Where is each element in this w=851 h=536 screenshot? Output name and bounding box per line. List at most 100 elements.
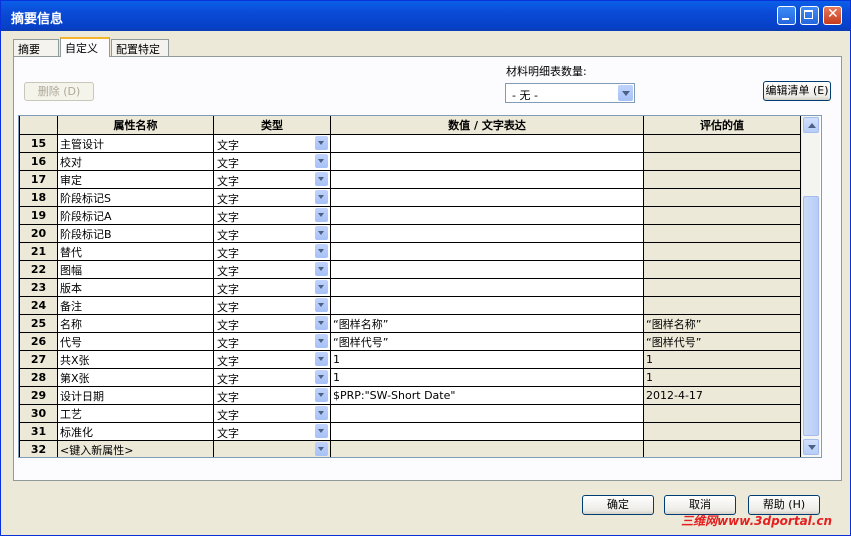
row-number[interactable]: 20 <box>19 224 58 243</box>
row-number[interactable]: 29 <box>19 386 58 405</box>
table-row[interactable]: 23 版本 文字 <box>19 278 801 297</box>
header-property-name[interactable]: 属性名称 <box>57 116 214 135</box>
type-cell[interactable]: 文字 <box>213 188 331 207</box>
property-name-cell[interactable]: 替代 <box>57 242 214 261</box>
type-select[interactable]: 文字 <box>216 154 328 170</box>
row-number[interactable]: 26 <box>19 332 58 351</box>
property-name-cell[interactable]: <键入新属性> <box>57 440 214 457</box>
type-select[interactable]: 文字 <box>216 352 328 368</box>
row-number[interactable]: 21 <box>19 242 58 261</box>
corner-cell[interactable] <box>19 116 58 135</box>
type-cell[interactable]: 文字 <box>213 350 331 369</box>
type-select[interactable]: 文字 <box>216 406 328 422</box>
type-cell[interactable]: 文字 <box>213 224 331 243</box>
property-name-cell[interactable]: 版本 <box>57 278 214 297</box>
property-name-cell[interactable]: 阶段标记S <box>57 188 214 207</box>
table-row[interactable]: 20 阶段标记B 文字 <box>19 224 801 243</box>
type-cell[interactable]: 文字 <box>213 278 331 297</box>
row-number[interactable]: 19 <box>19 206 58 225</box>
table-row[interactable]: 29 设计日期 文字 $PRP:"SW-Short Date" 2012-4-17 <box>19 386 801 405</box>
property-name-cell[interactable]: 工艺 <box>57 404 214 423</box>
table-row[interactable]: 31 标准化 文字 <box>19 422 801 441</box>
row-number[interactable]: 23 <box>19 278 58 297</box>
type-cell[interactable]: 文字 <box>213 314 331 333</box>
type-cell[interactable]: 文字 <box>213 296 331 315</box>
property-name-cell[interactable]: 第X张 <box>57 368 214 387</box>
table-row[interactable]: 25 名称 文字 “图样名称” “图样名称” <box>19 314 801 333</box>
type-cell[interactable]: 文字 <box>213 134 331 153</box>
value-expression-cell[interactable] <box>330 404 644 423</box>
type-select[interactable] <box>216 442 328 458</box>
type-cell[interactable]: 文字 <box>213 422 331 441</box>
table-row[interactable]: 27 共X张 文字 1 1 <box>19 350 801 369</box>
value-expression-cell[interactable] <box>330 440 644 457</box>
row-number[interactable]: 32 <box>19 440 58 457</box>
type-select[interactable]: 文字 <box>216 388 328 404</box>
value-expression-cell[interactable] <box>330 170 644 189</box>
tab-summary[interactable]: 摘要 <box>13 39 59 56</box>
value-expression-cell[interactable]: $PRP:"SW-Short Date" <box>330 386 644 405</box>
edit-list-button[interactable]: 编辑清单 (E) <box>763 81 831 101</box>
table-row[interactable]: 16 校对 文字 <box>19 152 801 171</box>
table-row[interactable]: 32 <键入新属性> <box>19 440 801 458</box>
property-name-cell[interactable]: 图幅 <box>57 260 214 279</box>
type-select[interactable]: 文字 <box>216 226 328 242</box>
header-value-expression[interactable]: 数值 / 文字表达 <box>330 116 644 135</box>
type-cell[interactable]: 文字 <box>213 152 331 171</box>
row-number[interactable]: 24 <box>19 296 58 315</box>
value-expression-cell[interactable]: 1 <box>330 350 644 369</box>
property-name-cell[interactable]: 标准化 <box>57 422 214 441</box>
type-select[interactable]: 文字 <box>216 424 328 440</box>
table-row[interactable]: 22 图幅 文字 <box>19 260 801 279</box>
row-number[interactable]: 18 <box>19 188 58 207</box>
type-cell[interactable]: 文字 <box>213 242 331 261</box>
table-row[interactable]: 24 备注 文字 <box>19 296 801 315</box>
property-name-cell[interactable]: 审定 <box>57 170 214 189</box>
value-expression-cell[interactable]: “图样代号” <box>330 332 644 351</box>
type-cell[interactable]: 文字 <box>213 368 331 387</box>
minimize-button[interactable] <box>777 6 796 25</box>
header-type[interactable]: 类型 <box>213 116 331 135</box>
type-cell[interactable]: 文字 <box>213 260 331 279</box>
property-name-cell[interactable]: 主管设计 <box>57 134 214 153</box>
header-evaluated-value[interactable]: 评估的值 <box>643 116 801 135</box>
row-number[interactable]: 31 <box>19 422 58 441</box>
row-number[interactable]: 16 <box>19 152 58 171</box>
property-name-cell[interactable]: 设计日期 <box>57 386 214 405</box>
row-number[interactable]: 28 <box>19 368 58 387</box>
property-name-cell[interactable]: 备注 <box>57 296 214 315</box>
type-cell[interactable]: 文字 <box>213 332 331 351</box>
type-select[interactable]: 文字 <box>216 190 328 206</box>
value-expression-cell[interactable] <box>330 206 644 225</box>
type-select[interactable]: 文字 <box>216 298 328 314</box>
type-select[interactable]: 文字 <box>216 370 328 386</box>
type-select[interactable]: 文字 <box>216 172 328 188</box>
value-expression-cell[interactable] <box>330 188 644 207</box>
type-cell[interactable]: 文字 <box>213 404 331 423</box>
value-expression-cell[interactable] <box>330 296 644 315</box>
delete-button[interactable]: 删除 (D) <box>24 82 94 101</box>
row-number[interactable]: 25 <box>19 314 58 333</box>
value-expression-cell[interactable] <box>330 242 644 261</box>
scrollbar-thumb[interactable] <box>803 196 819 436</box>
type-select[interactable]: 文字 <box>216 334 328 350</box>
table-row[interactable]: 30 工艺 文字 <box>19 404 801 423</box>
table-row[interactable]: 26 代号 文字 “图样代号” “图样代号” <box>19 332 801 351</box>
table-row[interactable]: 21 替代 文字 <box>19 242 801 261</box>
type-cell[interactable] <box>213 440 331 458</box>
type-cell[interactable]: 文字 <box>213 170 331 189</box>
value-expression-cell[interactable] <box>330 278 644 297</box>
bom-qty-select[interactable]: - 无 - <box>505 83 635 103</box>
type-select[interactable]: 文字 <box>216 244 328 260</box>
tab-config-specific[interactable]: 配置特定 <box>111 39 169 56</box>
value-expression-cell[interactable] <box>330 134 644 153</box>
maximize-button[interactable] <box>800 6 819 25</box>
type-select[interactable]: 文字 <box>216 280 328 296</box>
type-select[interactable]: 文字 <box>216 208 328 224</box>
property-name-cell[interactable]: 名称 <box>57 314 214 333</box>
vertical-scrollbar[interactable] <box>801 116 820 457</box>
ok-button[interactable]: 确定 <box>582 495 654 515</box>
scroll-down-button[interactable] <box>803 439 819 455</box>
property-name-cell[interactable]: 共X张 <box>57 350 214 369</box>
row-number[interactable]: 30 <box>19 404 58 423</box>
